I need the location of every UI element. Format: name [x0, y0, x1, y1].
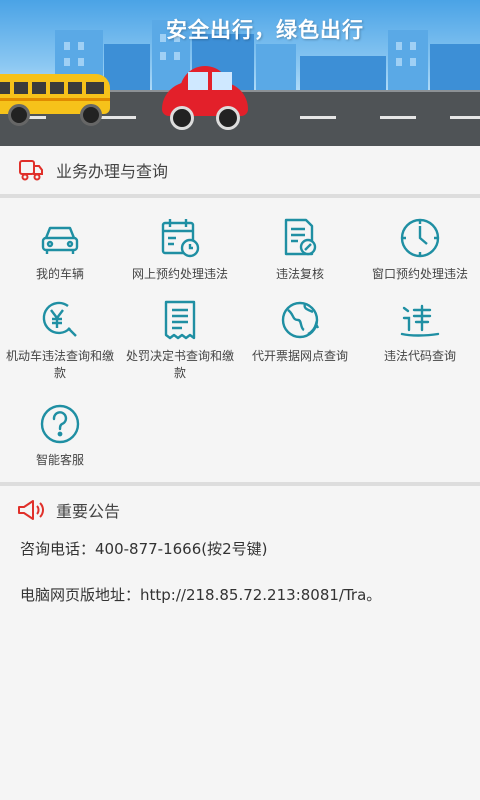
service-vehicle-violation-payment[interactable]: 机动车违法查询和缴款 — [0, 298, 120, 382]
service-window-appointment[interactable]: 窗口预约处理违法 — [360, 216, 480, 283]
calendar-clock-icon — [158, 216, 202, 260]
service-penalty-decision[interactable]: 处罚决定书查询和缴款 — [120, 298, 240, 382]
yen-search-icon — [38, 298, 82, 342]
service-online-appointment[interactable]: 网上预约处理违法 — [120, 216, 240, 283]
service-invoice-outlets[interactable]: 代开票据网点查询 — [240, 298, 360, 365]
service-smart-customer-service[interactable]: 智能客服 — [0, 402, 120, 469]
services-title: 业务办理与查询 — [56, 162, 169, 181]
notice-web-address[interactable]: 电脑网页版地址：http://218.85.72.213:8081/Tra。 — [20, 584, 381, 605]
notice-title: 重要公告 — [56, 502, 121, 521]
notice-phone: 咨询电话：400-877-1666(按2号键) — [20, 540, 268, 558]
banner-image: 安全出行，绿色出行 — [0, 0, 480, 146]
car-icon — [38, 216, 82, 260]
receipt-icon — [158, 298, 202, 342]
service-violation-code[interactable]: 违法代码查询 — [360, 298, 480, 365]
globe-refresh-icon — [278, 298, 322, 342]
services-header: 业务办理与查询 — [0, 146, 480, 194]
clock-icon — [398, 216, 442, 260]
services-grid: 我的车辆 网上预约处理违法 违法复核 窗口预约处理违法 机动车违法查询和缴款 处… — [0, 198, 480, 484]
megaphone-icon — [16, 495, 46, 525]
service-violation-review[interactable]: 违法复核 — [240, 216, 360, 283]
notice-header: 重要公告 — [0, 486, 480, 534]
violation-code-icon — [398, 298, 442, 342]
truck-icon — [16, 155, 46, 185]
service-my-vehicle[interactable]: 我的车辆 — [0, 216, 120, 283]
document-edit-icon — [278, 216, 322, 260]
question-icon — [38, 402, 82, 446]
banner-slogan: 安全出行，绿色出行 — [166, 18, 364, 42]
notice-section: 重要公告 咨询电话：400-877-1666(按2号键) 电脑网页版地址：htt… — [0, 486, 480, 800]
